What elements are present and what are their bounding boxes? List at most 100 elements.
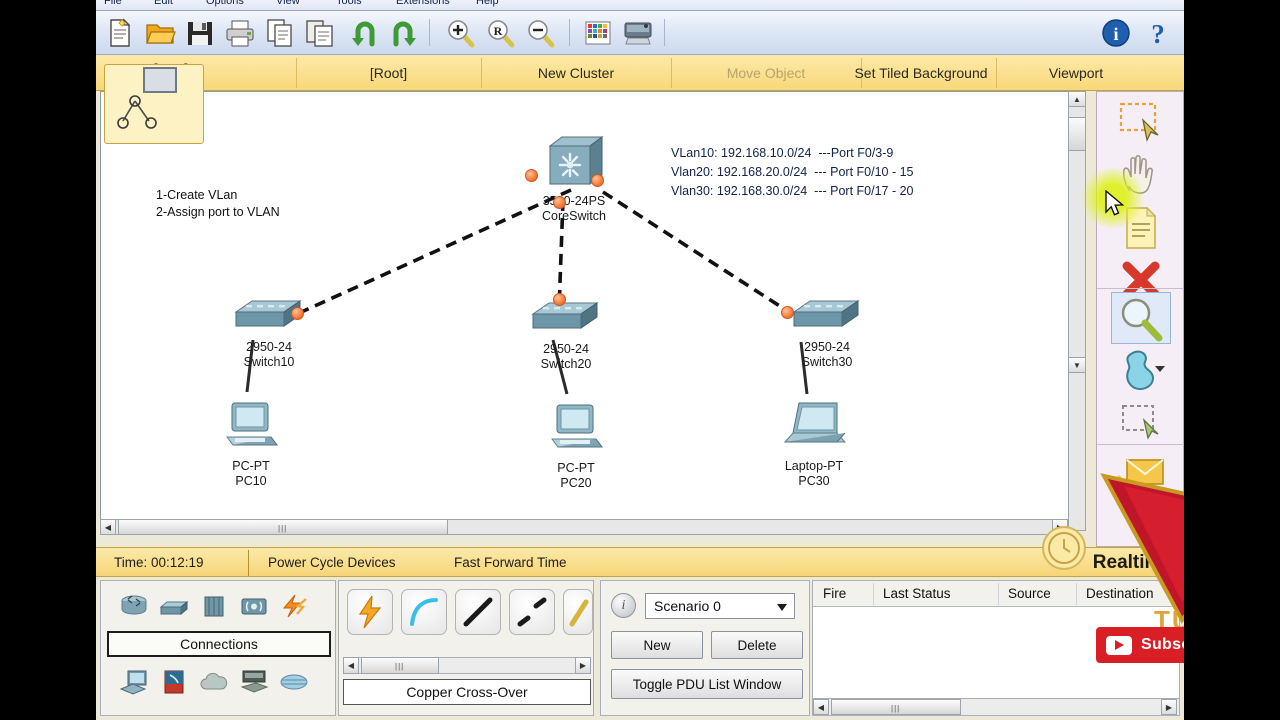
new-scenario-button[interactable]: New — [611, 631, 703, 659]
port-core-to-switch30[interactable] — [591, 174, 604, 187]
horizontal-scroll-thumb[interactable]: ||| — [118, 519, 448, 535]
scenario-select[interactable]: Scenario 0 — [645, 593, 795, 619]
draw-shape-tool[interactable] — [1111, 344, 1171, 396]
scenario-info-icon[interactable]: i — [611, 593, 636, 618]
link-core-switch30 — [602, 190, 790, 314]
toolbar-separator-3 — [664, 19, 665, 46]
root-button[interactable]: [Root] — [296, 55, 481, 91]
subscribe-label: Subscribe — [1141, 636, 1184, 653]
resize-shape-tool[interactable] — [1111, 396, 1171, 448]
hubs-icon[interactable] — [199, 593, 229, 619]
custom-devices-icon[interactable] — [622, 17, 654, 49]
zoom-out-icon[interactable] — [524, 17, 556, 49]
pdu-list-scrollbar[interactable]: ◀ ||| ▶ — [813, 698, 1179, 715]
pdu-column-last-status[interactable]: Last Status — [883, 581, 951, 607]
palette-icon[interactable] — [582, 17, 614, 49]
port-switch10-uplink[interactable] — [291, 307, 304, 320]
zoom-in-icon[interactable] — [444, 17, 476, 49]
logical-nav-thumbnail[interactable] — [104, 64, 204, 144]
multiuser-connection-icon[interactable] — [279, 669, 309, 695]
end-devices-icon[interactable] — [119, 669, 149, 695]
viewport-button[interactable]: Viewport — [996, 55, 1156, 91]
wireless-devices-icon[interactable] — [239, 593, 269, 619]
device-switch20[interactable]: 2950-24 Switch20 — [516, 294, 616, 372]
pdu-scroll-left-arrow[interactable]: ◀ — [813, 699, 829, 715]
realtime-clock-icon — [1042, 526, 1086, 570]
workspace-vertical-scrollbar[interactable]: ▲ ▼ — [1068, 91, 1086, 531]
toggle-pdu-list-window-button[interactable]: Toggle PDU List Window — [611, 669, 803, 699]
copper-cross-over-icon[interactable] — [509, 589, 555, 635]
subscribe-button[interactable]: Subscribe — [1096, 627, 1184, 663]
inspect-tool[interactable] — [1111, 292, 1171, 344]
menu-item-view[interactable]: View — [276, 0, 300, 7]
connection-scroll-left-arrow[interactable]: ◀ — [343, 657, 359, 674]
scroll-left-arrow[interactable]: ◀ — [100, 519, 116, 535]
pdu-header-divider-3[interactable] — [1076, 583, 1077, 605]
scroll-up-arrow[interactable]: ▲ — [1068, 91, 1086, 107]
svg-text:?: ? — [1151, 19, 1165, 49]
routers-icon[interactable] — [119, 593, 149, 619]
pdu-scroll-right-arrow[interactable]: ▶ — [1161, 699, 1177, 715]
simulation-time-bar: Time: 00:12:19 Power Cycle Devices Fast … — [96, 526, 1184, 578]
connection-sub-palette: ◀ ||| ▶ Copper Cross-Over — [338, 580, 594, 716]
paste-icon[interactable] — [304, 17, 336, 49]
power-cycle-devices-button[interactable]: Power Cycle Devices — [268, 548, 396, 578]
custom-made-devices-icon[interactable] — [239, 669, 269, 695]
save-icon[interactable] — [184, 17, 216, 49]
tool-palette-separator-2 — [1097, 444, 1184, 445]
port-switch30-uplink[interactable] — [781, 306, 794, 319]
menu-bar: File Edit Options View Tools Extensions … — [96, 0, 1184, 11]
new-cluster-button[interactable]: New Cluster — [481, 55, 671, 91]
pdu-header-divider-1[interactable] — [873, 583, 874, 605]
menu-item-tools[interactable]: Tools — [336, 0, 362, 7]
port-core-to-switch20[interactable] — [553, 196, 566, 209]
port-core-to-switch10[interactable] — [525, 169, 538, 182]
zoom-reset-icon[interactable]: R — [484, 17, 516, 49]
port-switch20-uplink[interactable] — [553, 293, 566, 306]
menu-item-extensions[interactable]: Extensions — [396, 0, 450, 7]
pdu-column-source[interactable]: Source — [1008, 581, 1051, 607]
undo-icon[interactable] — [348, 17, 380, 49]
scroll-down-arrow[interactable]: ▼ — [1068, 357, 1086, 373]
delete-scenario-button[interactable]: Delete — [711, 631, 803, 659]
pdu-column-fire[interactable]: Fire — [823, 581, 846, 607]
copper-straight-through-icon[interactable] — [455, 589, 501, 635]
redo-icon[interactable] — [388, 17, 420, 49]
fiber-cable-icon[interactable] — [563, 589, 593, 635]
device-pc20[interactable]: PC-PT PC20 — [526, 399, 626, 491]
pdu-scroll-thumb[interactable]: ||| — [831, 699, 961, 715]
logical-workspace[interactable]: 1-Create VLan 2-Assign port to VLAN VLan… — [100, 91, 1072, 531]
connection-scroll-right-arrow[interactable]: ▶ — [575, 657, 591, 674]
open-folder-icon[interactable] — [144, 17, 176, 49]
wan-emulation-icon[interactable] — [199, 669, 229, 695]
pdu-header-divider-2[interactable] — [998, 583, 999, 605]
device-pc10-model: PC-PT — [232, 459, 270, 473]
connection-scroll-thumb[interactable]: ||| — [361, 657, 439, 674]
info-icon[interactable]: i — [1100, 17, 1132, 49]
connections-button[interactable]: Connections — [107, 631, 331, 657]
help-icon[interactable]: ? — [1142, 17, 1174, 49]
automatic-cable-icon[interactable] — [347, 589, 393, 635]
device-switch30[interactable]: 2950-24 Switch30 — [777, 292, 877, 370]
security-icon[interactable] — [159, 669, 189, 695]
time-bar-separator — [248, 550, 249, 576]
menu-item-edit[interactable]: Edit — [154, 0, 173, 7]
select-tool[interactable] — [1111, 98, 1171, 150]
menu-item-help[interactable]: Help — [476, 0, 499, 7]
connections-icon[interactable] — [279, 593, 309, 619]
new-file-icon[interactable] — [104, 17, 136, 49]
menu-item-file[interactable]: File — [104, 0, 122, 7]
fast-forward-time-button[interactable]: Fast Forward Time — [454, 548, 567, 578]
switches-icon[interactable] — [159, 593, 189, 619]
console-cable-icon[interactable] — [401, 589, 447, 635]
device-pc10[interactable]: PC-PT PC10 — [201, 397, 301, 489]
print-icon[interactable] — [224, 17, 256, 49]
connection-palette-scrollbar[interactable]: ◀ ||| ▶ — [343, 657, 591, 674]
device-pc30[interactable]: Laptop-PT PC30 — [759, 397, 869, 489]
device-switch10[interactable]: 2950-24 Switch10 — [219, 292, 319, 370]
vertical-scroll-thumb[interactable] — [1068, 117, 1086, 151]
draw-shape-dropdown-caret[interactable] — [1155, 366, 1165, 372]
menu-item-options[interactable]: Options — [206, 0, 244, 7]
copy-icon[interactable] — [264, 17, 296, 49]
workspace-horizontal-scrollbar[interactable]: ◀ ||| ▶ — [100, 519, 1068, 535]
